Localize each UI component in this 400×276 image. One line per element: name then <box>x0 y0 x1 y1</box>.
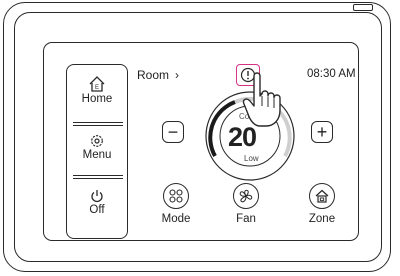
hand-pointer-icon <box>242 72 281 127</box>
home-icon: E <box>89 76 105 92</box>
sidebar-item-label: Off <box>89 204 105 216</box>
sidebar-item-home[interactable]: E Home <box>67 75 127 105</box>
sidebar-item-label: Menu <box>82 149 112 161</box>
fan-icon <box>239 189 253 203</box>
device-top-tab <box>353 4 373 11</box>
sidebar-divider <box>73 125 123 126</box>
mode-label: Mode <box>161 213 191 225</box>
svg-text:E: E <box>95 85 99 91</box>
sidebar-item-off[interactable]: Off <box>67 188 127 216</box>
fan-button[interactable] <box>233 183 259 209</box>
power-icon <box>91 190 103 203</box>
plus-icon: + <box>316 121 328 142</box>
zone-home-icon <box>315 189 329 203</box>
increase-temperature-button[interactable]: + <box>311 121 333 143</box>
gear-icon <box>91 135 103 147</box>
sidebar-divider <box>73 175 123 176</box>
sidebar-item-menu[interactable]: Menu <box>67 133 127 161</box>
zone-button[interactable] <box>309 183 335 209</box>
mode-button[interactable] <box>163 183 189 209</box>
decrease-temperature-button[interactable]: − <box>162 121 184 143</box>
zone-label: Zone <box>308 213 336 225</box>
room-selector[interactable]: Room › <box>137 68 179 82</box>
minus-icon: − <box>167 121 179 142</box>
chevron-right-icon: › <box>175 68 180 82</box>
sidebar-divider <box>73 178 123 179</box>
sidebar: E Home Menu Off <box>66 64 128 239</box>
sidebar-item-label: Home <box>81 93 113 105</box>
sidebar-divider <box>73 122 123 123</box>
fan-label: Fan <box>236 213 256 225</box>
room-label: Room <box>137 68 170 82</box>
clock-time: 08:30 AM <box>307 68 356 80</box>
fan-speed-text: Low <box>244 154 259 163</box>
mode-grid-icon <box>169 189 183 203</box>
